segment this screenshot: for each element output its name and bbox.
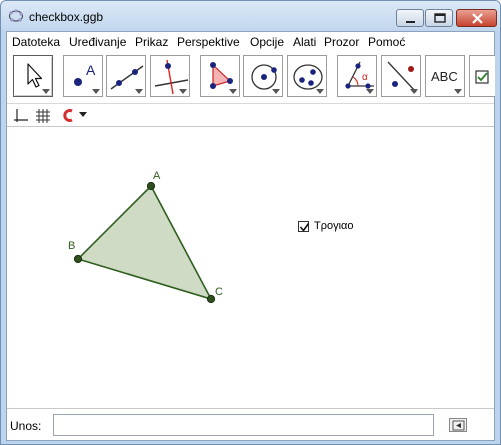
- geometry-canvas[interactable]: [7, 128, 494, 408]
- reflect-tool-button[interactable]: [381, 55, 421, 97]
- maximize-icon: [434, 13, 446, 23]
- menu-bar: Datoteka Uređivanje Prikaz Perspektive O…: [7, 32, 494, 52]
- svg-text:A: A: [86, 62, 96, 78]
- menu-datoteka[interactable]: Datoteka: [12, 35, 60, 49]
- tool-menu-arrow: [92, 89, 100, 94]
- minimize-icon: [406, 21, 415, 23]
- tool-menu-arrow: [316, 89, 324, 94]
- point-capture-icon[interactable]: [60, 108, 76, 124]
- perpendicular-line-tool-button[interactable]: [150, 55, 190, 97]
- graphics-view[interactable]: A B C Τρογιαο: [7, 128, 494, 408]
- dropdown-arrow-icon[interactable]: [79, 112, 87, 118]
- close-icon: [472, 13, 483, 24]
- move-tool-button[interactable]: [13, 55, 53, 97]
- polygon-tool-button[interactable]: [200, 55, 240, 97]
- minimize-button[interactable]: [396, 9, 424, 27]
- input-field[interactable]: [53, 414, 434, 436]
- axes-icon[interactable]: [13, 108, 29, 124]
- client-area: Datoteka Uređivanje Prikaz Perspektive O…: [6, 31, 495, 441]
- svg-text:α: α: [362, 72, 368, 83]
- point-tool-button[interactable]: A: [63, 55, 103, 97]
- checkmark-icon: [299, 223, 310, 232]
- text-tool-icon: ABC: [431, 69, 458, 84]
- grid-icon[interactable]: [35, 108, 51, 124]
- input-help-button[interactable]: [449, 418, 467, 432]
- text-tool-button[interactable]: ABC: [425, 55, 465, 97]
- line-tool-button[interactable]: [106, 55, 146, 97]
- point-b-label: B: [68, 240, 76, 252]
- app-window: checkbox.ggb Datoteka Uređivanje Prikaz …: [0, 0, 501, 445]
- title-bar[interactable]: checkbox.ggb: [1, 1, 500, 31]
- point-c-label: C: [215, 286, 223, 298]
- tool-menu-arrow: [454, 89, 462, 94]
- input-bar: Unos:: [7, 408, 494, 440]
- tool-menu-arrow: [229, 89, 237, 94]
- maximize-button[interactable]: [425, 9, 453, 27]
- tool-menu-arrow: [42, 89, 50, 94]
- menu-perspektive[interactable]: Perspektive: [177, 35, 240, 49]
- checkbox-tool-icon: [475, 70, 489, 84]
- input-label: Unos:: [10, 419, 42, 433]
- window-title: checkbox.ggb: [29, 10, 104, 24]
- angle-tool-button[interactable]: α: [337, 55, 377, 97]
- tool-menu-arrow: [410, 89, 418, 94]
- menu-pomoc[interactable]: Pomoć: [368, 35, 405, 49]
- checkbox-tool-button[interactable]: [469, 55, 495, 97]
- triangle-left-icon: [452, 420, 465, 431]
- geogebra-app-icon: [8, 9, 24, 22]
- menu-prikaz[interactable]: Prikaz: [135, 35, 168, 49]
- tool-menu-arrow: [135, 89, 143, 94]
- menu-prozor[interactable]: Prozor: [324, 35, 359, 49]
- toolbar: A α ABC: [7, 52, 495, 104]
- conic-tool-button[interactable]: [287, 55, 327, 97]
- point-a-label: A: [153, 170, 161, 182]
- menu-uredivanje[interactable]: Uređivanje: [69, 35, 126, 49]
- close-button[interactable]: [456, 9, 497, 27]
- checkbox-label: Τρογιαο: [314, 220, 354, 232]
- checkbox-box[interactable]: [298, 221, 310, 232]
- point-b[interactable]: [73, 254, 83, 264]
- triangle-abc[interactable]: [76, 184, 213, 301]
- point-a[interactable]: [146, 181, 156, 191]
- tool-menu-arrow: [272, 89, 280, 94]
- tool-menu-arrow: [366, 89, 374, 94]
- menu-alati[interactable]: Alati: [293, 35, 316, 49]
- tool-menu-arrow: [179, 89, 187, 94]
- style-bar: [7, 105, 494, 127]
- circle-tool-button[interactable]: [243, 55, 283, 97]
- menu-opcije[interactable]: Opcije: [250, 35, 284, 49]
- point-c[interactable]: [206, 294, 216, 304]
